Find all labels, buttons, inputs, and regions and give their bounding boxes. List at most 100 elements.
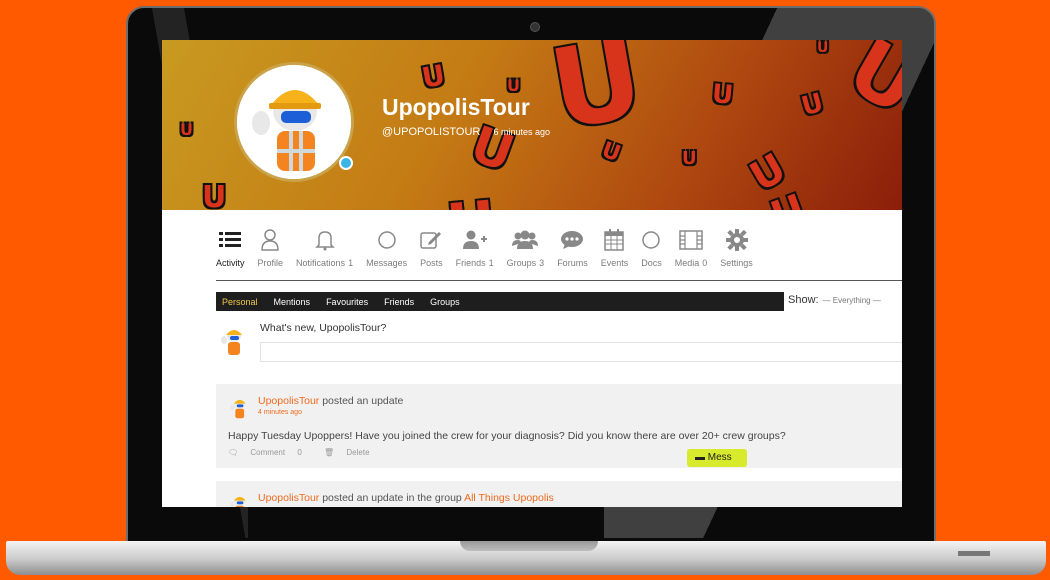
activity-body: Happy Tuesday Upoppers! Have you joined …: [228, 430, 786, 442]
user-plus-icon: [462, 228, 488, 252]
profile-avatar[interactable]: [234, 62, 354, 182]
nav-media[interactable]: Media 0: [674, 228, 708, 270]
comment-label: Comment: [250, 448, 286, 457]
nav-groups[interactable]: Groups 3: [506, 228, 544, 270]
activity-action: posted an update: [322, 395, 404, 407]
chat-bubble-icon: [560, 228, 584, 252]
cover-u-logo: U: [798, 87, 827, 123]
show-filter-label: Show:: [788, 294, 819, 306]
subnav-favourites[interactable]: Favourites: [326, 297, 368, 307]
camera-dot: [530, 22, 540, 32]
nav-label: Events: [600, 258, 629, 268]
nav-posts[interactable]: Posts: [420, 228, 443, 270]
profile-handle-line: @UPOPOLISTOUR 6 minutes ago: [382, 126, 550, 138]
activity-group-link[interactable]: All Things Upopolis: [464, 492, 554, 504]
cover-u-logo: U: [682, 148, 697, 169]
activity-header: UpopolisTour posted an update in the gro…: [258, 492, 554, 504]
profile-handle: @UPOPOLISTOUR: [382, 126, 481, 138]
list-icon: [219, 228, 242, 252]
online-status-dot: [339, 156, 353, 170]
nav-label: Media: [674, 258, 700, 268]
trash-icon: 🗑︎: [324, 448, 335, 457]
comment-button[interactable]: 🗨︎ Comment 0: [228, 448, 314, 457]
profile-name: UpopolisTour: [382, 94, 530, 120]
nav-label: Friends: [455, 258, 486, 268]
activity-avatar[interactable]: [228, 396, 250, 420]
nav-notifications[interactable]: Notifications 1: [296, 228, 353, 270]
laptop-screen: U U U U U U U U U U U U U U U: [162, 40, 902, 507]
nav-label: Docs: [641, 258, 662, 268]
nav-label: Settings: [720, 258, 753, 268]
bell-icon: [314, 228, 335, 252]
subnav-personal[interactable]: Personal: [222, 297, 258, 307]
profile-cover: U U U U U U U U U U U U U U U: [162, 40, 902, 210]
show-filter-value[interactable]: — Everything —: [823, 296, 881, 305]
laptop-base-notch: [460, 541, 598, 551]
subnav-groups[interactable]: Groups: [430, 297, 460, 307]
nav-count: 0: [702, 258, 708, 268]
activity-time[interactable]: 4 minutes ago: [258, 409, 302, 416]
activity-header: UpopolisTour posted an update: [258, 395, 403, 407]
nav-count: 1: [488, 258, 494, 268]
circle-icon: [377, 228, 397, 252]
film-icon: [679, 228, 703, 252]
construction-mascot-icon: [230, 496, 246, 507]
comment-count: 0: [297, 448, 302, 457]
calendar-icon: [604, 228, 625, 252]
cover-u-logo: U: [817, 40, 829, 56]
show-filter[interactable]: Show: — Everything —: [788, 294, 881, 306]
nav-docs[interactable]: Docs: [641, 228, 662, 270]
gear-icon: [725, 228, 748, 252]
message-button[interactable]: ▬ Mess: [687, 449, 747, 467]
activity-action: posted an update in the group: [322, 492, 462, 504]
delete-label: Delete: [346, 448, 370, 457]
comment-icon: 🗨︎: [228, 448, 239, 457]
construction-mascot-icon: [237, 65, 351, 179]
nav-label: Groups: [506, 258, 537, 268]
profile-last-active: 6 minutes ago: [493, 127, 550, 137]
activity-author-link[interactable]: UpopolisTour: [258, 492, 319, 504]
nav-events[interactable]: Events: [600, 228, 629, 270]
activity-actions: 🗨︎ Comment 0 🗑︎ Delete: [228, 448, 390, 457]
chat-bubble-icon: ▬: [695, 452, 705, 463]
activity-avatar[interactable]: [228, 493, 250, 507]
nav-friends[interactable]: Friends 1: [456, 228, 494, 270]
nav-label: Notifications: [296, 258, 346, 268]
activity-item: UpopolisTour posted an update 4 minutes …: [216, 384, 902, 468]
nav-profile[interactable]: Profile: [257, 228, 284, 270]
cover-u-logo: U: [180, 120, 193, 139]
cover-u-logo: U: [202, 180, 227, 210]
nav-forums[interactable]: Forums: [557, 228, 588, 270]
user-icon: [260, 228, 280, 252]
whats-new-input[interactable]: [260, 342, 902, 362]
cover-u-logo: U: [507, 76, 520, 95]
nav-label: Activity: [216, 258, 245, 268]
nav-count: 1: [348, 258, 354, 268]
nav-settings[interactable]: Settings: [720, 228, 753, 270]
nav-label: Profile: [257, 258, 284, 268]
whats-new-label: What's new, UpopolisTour?: [260, 322, 387, 334]
activity-item: UpopolisTour posted an update in the gro…: [216, 481, 902, 507]
cover-u-logo: U: [444, 188, 499, 210]
subnav-friends[interactable]: Friends: [384, 297, 414, 307]
cover-u-logo: U: [419, 58, 448, 95]
construction-mascot-icon: [230, 399, 246, 419]
cover-u-logo: U: [710, 79, 735, 111]
cover-u-logo: U: [833, 40, 902, 134]
circle-icon: [641, 228, 661, 252]
activity-author-link[interactable]: UpopolisTour: [258, 395, 319, 407]
nav-activity[interactable]: Activity: [216, 228, 245, 270]
users-icon: [512, 228, 539, 252]
whats-new-avatar: [218, 325, 248, 357]
profile-nav: Activity Profile Notifications 1 Messages…: [216, 228, 766, 270]
message-button-label: Mess: [707, 452, 732, 463]
nav-label: Forums: [557, 258, 588, 268]
construction-mascot-icon: [221, 330, 242, 355]
delete-button[interactable]: 🗑︎ Delete: [324, 448, 380, 457]
subnav-mentions[interactable]: Mentions: [274, 297, 311, 307]
activity-subnav: Personal Mentions Favourites Friends Gro…: [216, 292, 784, 311]
cover-u-logo-large: U: [541, 40, 652, 155]
nav-messages[interactable]: Messages: [366, 228, 407, 270]
laptop-base-slot: [958, 551, 990, 556]
nav-label: Messages: [366, 258, 408, 268]
